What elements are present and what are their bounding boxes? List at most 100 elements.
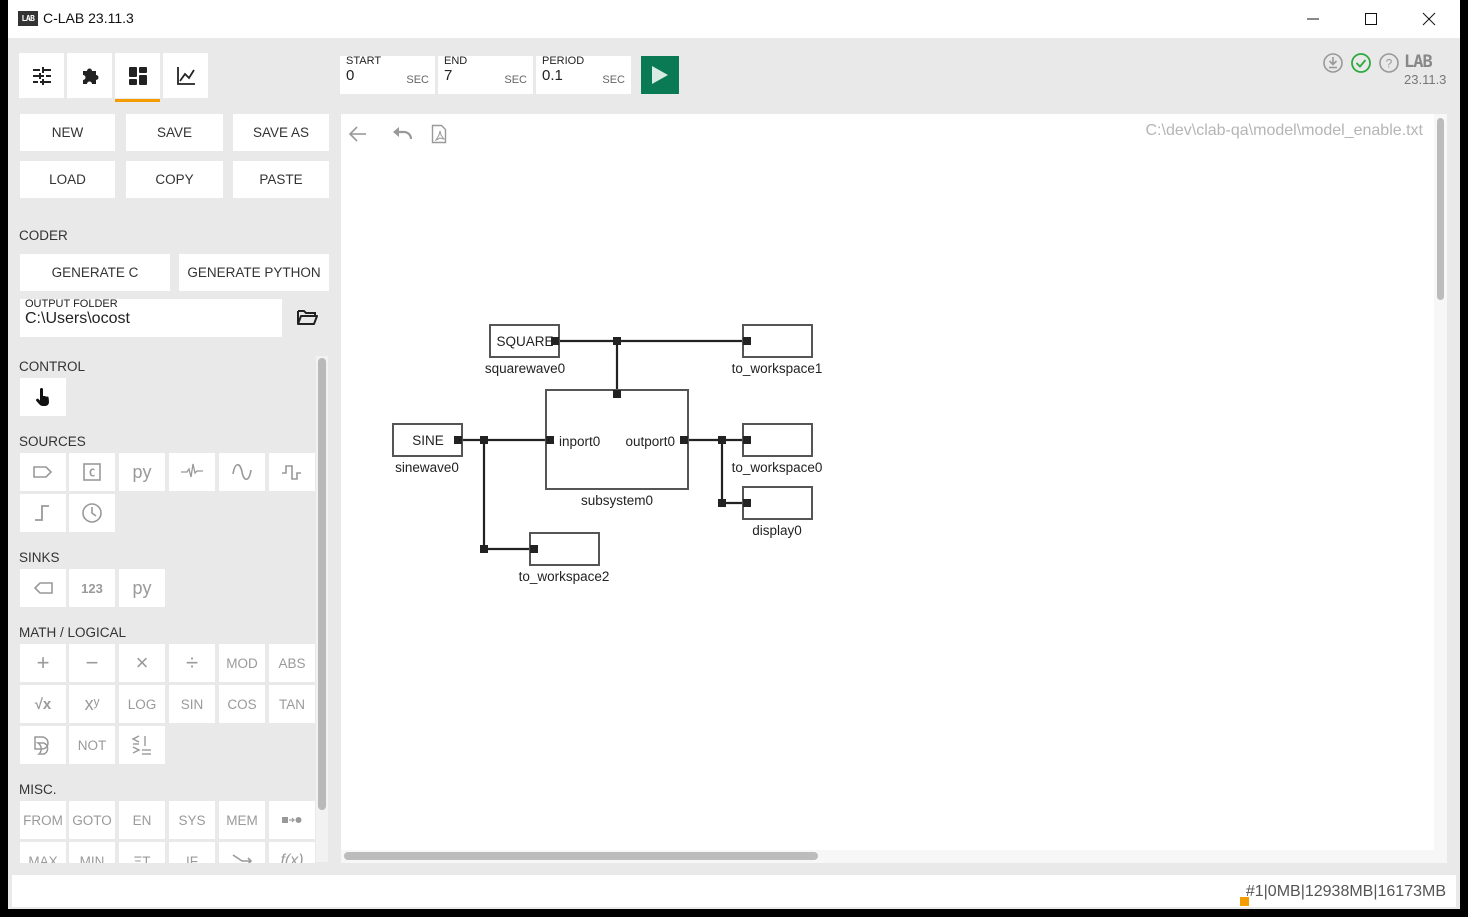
sink-tag-out-button[interactable] [20, 569, 66, 607]
math-compare-button[interactable] [119, 726, 165, 764]
source-noise-button[interactable] [169, 453, 215, 491]
math-not-button[interactable]: NOT [69, 726, 115, 764]
browse-folder-button[interactable] [294, 305, 320, 329]
minimize-button[interactable] [1284, 0, 1342, 38]
sink-display-button[interactable]: 123 [69, 569, 115, 607]
math-power-button[interactable]: xʸ [69, 685, 115, 723]
table-label: ΞT [133, 853, 151, 864]
misc-table-button[interactable]: ΞT [119, 842, 165, 863]
check-circle-icon[interactable] [1350, 52, 1372, 74]
close-icon [1422, 12, 1436, 26]
misc-sys-button[interactable]: SYS [169, 801, 215, 839]
canvas-vertical-scrollbar[interactable] [1437, 118, 1444, 300]
misc-min-button[interactable]: MIN [69, 842, 115, 863]
math-logic-gate-button[interactable] [20, 726, 66, 764]
generate-python-button[interactable]: GENERATE PYTHON [179, 254, 329, 291]
start-time-input[interactable] [346, 67, 406, 84]
math-mod-button[interactable]: MOD [219, 644, 265, 682]
misc-function-button[interactable]: f(x) [269, 842, 315, 863]
port-display0-in [743, 499, 751, 507]
subsystem0-outport-label: outport0 [625, 434, 675, 449]
period-input[interactable] [542, 67, 602, 84]
brand-logo: LAB [1404, 52, 1433, 72]
maximize-button[interactable] [1342, 0, 1400, 38]
tab-plugins[interactable] [67, 53, 112, 98]
misc-max-button[interactable]: MAX [20, 842, 66, 863]
math-sqrt-button[interactable]: √x [20, 685, 66, 723]
pointer-tool-button[interactable] [20, 378, 66, 416]
canvas-horizontal-scrollbar[interactable] [344, 852, 818, 860]
copy-button[interactable]: COPY [126, 161, 223, 198]
load-button[interactable]: LOAD [20, 161, 115, 198]
tab-plots[interactable] [163, 53, 208, 98]
to-workspace0-name: to_workspace0 [732, 460, 823, 475]
to-workspace1-name: to_workspace1 [732, 361, 823, 376]
paste-button[interactable]: PASTE [233, 161, 329, 198]
sources-section-label: SOURCES [19, 434, 86, 449]
math-multiply-button[interactable]: × [119, 644, 165, 682]
compare-icon [131, 735, 151, 755]
junction-ws2 [480, 545, 488, 553]
goto-label: GOTO [72, 812, 112, 828]
port-subsystem0-in [546, 436, 554, 444]
enable-label: EN [132, 812, 152, 828]
end-time-input[interactable] [444, 67, 504, 84]
source-step-button[interactable] [20, 494, 66, 532]
misc-enable-button[interactable]: EN [119, 801, 165, 839]
tab-blocks[interactable] [115, 53, 160, 98]
close-button[interactable] [1400, 0, 1458, 38]
math-divide-button[interactable]: ÷ [169, 644, 215, 682]
math-tan-button[interactable]: TAN [269, 685, 315, 723]
save-as-button[interactable]: SAVE AS [233, 114, 329, 151]
help-icon[interactable]: ? [1378, 52, 1400, 74]
new-button[interactable]: NEW [20, 114, 115, 151]
misc-signal-flow-button[interactable] [269, 801, 315, 839]
source-clock-button[interactable] [69, 494, 115, 532]
play-icon [652, 66, 668, 84]
sin-label: SIN [180, 696, 204, 712]
source-square-wave-button[interactable] [269, 453, 315, 491]
wire-sine-to-ws2 [482, 440, 534, 551]
math-add-button[interactable]: + [20, 644, 66, 682]
add-label: + [36, 650, 50, 675]
block-palette: CONTROL SOURCES C py SINKS 123 py MATH /… [8, 355, 338, 863]
misc-switch-button[interactable] [219, 842, 265, 863]
misc-goto-button[interactable]: GOTO [69, 801, 115, 839]
block-to-workspace0[interactable] [742, 423, 813, 457]
source-c-code-button[interactable]: C [69, 453, 115, 491]
period-unit: SEC [602, 74, 625, 86]
math-cos-button[interactable]: COS [219, 685, 265, 723]
block-to-workspace2[interactable] [529, 532, 600, 566]
math-abs-button[interactable]: ABS [269, 644, 315, 682]
download-icon[interactable] [1322, 52, 1344, 74]
logic-gate-icon [34, 736, 49, 755]
misc-if-button[interactable]: IF [169, 842, 215, 863]
palette-scrollbar[interactable] [318, 358, 326, 810]
math-sin-button[interactable]: SIN [169, 685, 215, 723]
save-button[interactable]: SAVE [126, 114, 223, 151]
title-bar: LAB C-LAB 23.11.3 [8, 0, 1460, 38]
sink-python-button[interactable]: py [119, 569, 165, 607]
model-canvas[interactable]: C:\dev\clab-qa\model\model_enable.txt SQ… [341, 114, 1447, 863]
svg-text:C: C [89, 467, 96, 480]
run-simulation-button[interactable] [641, 56, 679, 94]
misc-from-button[interactable]: FROM [20, 801, 66, 839]
generate-c-button[interactable]: GENERATE C [20, 254, 170, 291]
to-workspace2-name: to_workspace2 [519, 569, 610, 584]
port-subsystem0-enable [613, 390, 621, 398]
math-subtract-button[interactable]: − [69, 644, 115, 682]
junction-square [613, 337, 621, 345]
misc-mem-button[interactable]: MEM [219, 801, 265, 839]
block-to-workspace1[interactable] [742, 324, 813, 358]
block-display0[interactable] [742, 486, 813, 520]
math-log-button[interactable]: LOG [119, 685, 165, 723]
source-python-button[interactable]: py [119, 453, 165, 491]
tab-settings[interactable] [19, 53, 64, 98]
dashboard-icon [128, 66, 147, 85]
source-tag-in-button[interactable] [20, 453, 66, 491]
divide-label: ÷ [185, 650, 199, 675]
output-folder-field: OUTPUT FOLDER [20, 298, 282, 337]
source-sine-button[interactable] [219, 453, 265, 491]
port-ws2-in [530, 545, 538, 553]
output-folder-input[interactable] [25, 310, 275, 328]
